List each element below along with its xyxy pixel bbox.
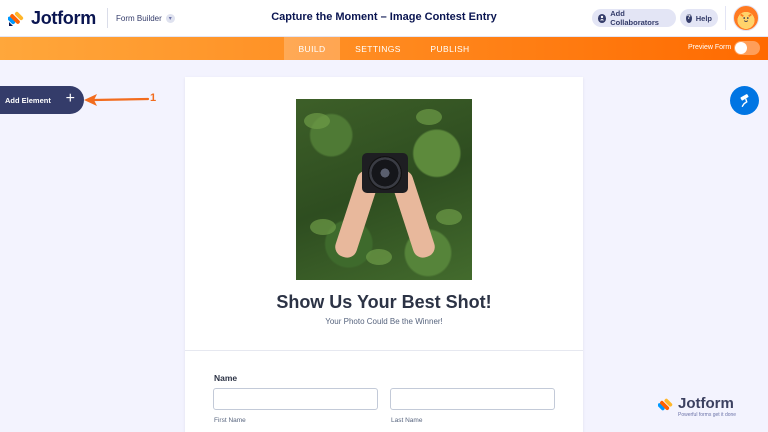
foliage: [304, 113, 330, 129]
first-name-sublabel: First Name: [214, 417, 246, 424]
last-name-input[interactable]: [390, 388, 555, 410]
jotform-logo-icon: [658, 398, 673, 411]
foliage: [310, 219, 336, 235]
watermark-tagline: Powerful forms get it done: [678, 412, 737, 418]
watermark-brand: Jotform: [678, 395, 734, 412]
add-element-button[interactable]: Add Element +: [0, 86, 84, 114]
section-divider: [185, 350, 583, 351]
add-element-label: Add Element: [5, 95, 51, 105]
preview-form-label: Preview Form: [688, 44, 732, 51]
foliage: [416, 109, 442, 125]
tab-settings[interactable]: SETTINGS: [346, 37, 410, 60]
tab-publish[interactable]: PUBLISH: [420, 37, 480, 60]
camera-lens: [368, 156, 402, 190]
help-label: Help: [695, 13, 712, 23]
podo-face-icon: [740, 13, 752, 25]
foliage: [436, 209, 462, 225]
tab-build[interactable]: BUILD: [284, 37, 340, 60]
add-collaborators-label: Add Collaborators: [610, 9, 659, 27]
paint-roller-icon: [740, 93, 748, 107]
help-button[interactable]: ? Help: [680, 9, 718, 27]
question-icon: ?: [686, 13, 692, 23]
toggle-knob: [735, 42, 747, 54]
builder-nav: BUILD SETTINGS PUBLISH Preview Form: [0, 37, 768, 60]
plus-icon: +: [65, 90, 75, 107]
user-icon: [598, 13, 607, 23]
camera-icon: [362, 153, 408, 193]
form-heading[interactable]: Show Us Your Best Shot!: [185, 292, 583, 313]
add-collaborators-button[interactable]: Add Collaborators: [592, 9, 676, 27]
first-name-input[interactable]: [213, 388, 378, 410]
preview-form-toggle[interactable]: [734, 41, 760, 55]
header-divider: [725, 6, 726, 30]
name-field-label[interactable]: Name: [214, 373, 237, 383]
avatar[interactable]: [733, 5, 759, 31]
top-header: Jotform Form Builder ▾ Capture the Momen…: [0, 0, 768, 37]
foliage: [366, 249, 392, 265]
header-image[interactable]: [296, 99, 472, 280]
form-subheading[interactable]: Your Photo Could Be the Winner!: [185, 317, 583, 326]
form-card: Show Us Your Best Shot! Your Photo Could…: [185, 77, 583, 432]
annotation-step-number: 1: [150, 92, 157, 104]
annotation-arrow-icon: [84, 94, 150, 106]
form-designer-button[interactable]: [730, 86, 759, 115]
last-name-sublabel: Last Name: [391, 417, 423, 424]
